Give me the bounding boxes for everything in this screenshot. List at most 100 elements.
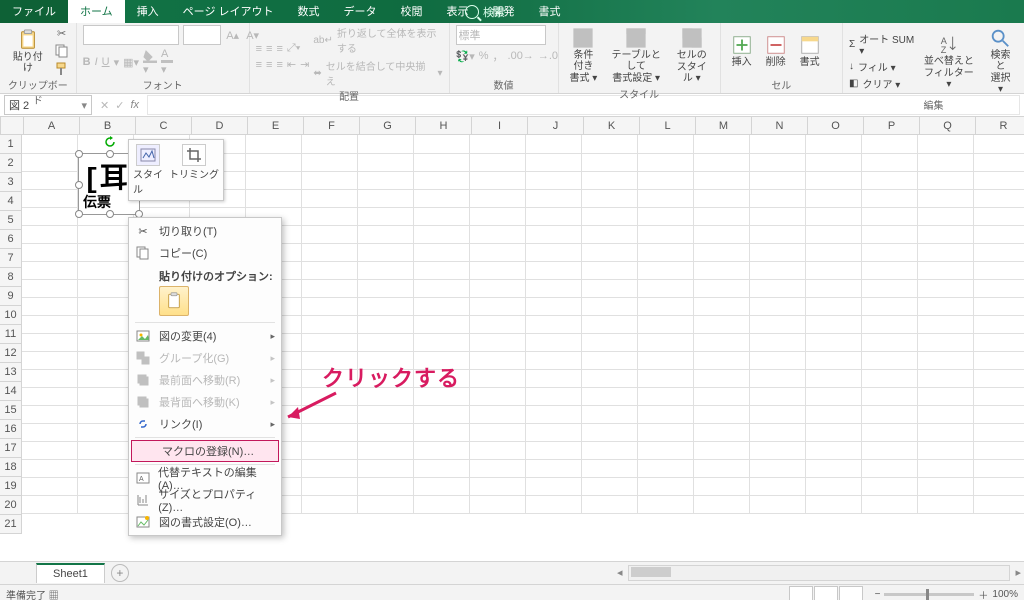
column-header[interactable]: E [248,117,304,135]
font-size-select[interactable] [183,25,221,45]
increase-font-icon[interactable]: A▴ [225,27,241,43]
tab-page-layout[interactable]: ページ レイアウト [171,0,286,23]
conditional-format-button[interactable]: 条件付き書式 ▾ [565,25,603,86]
italic-icon[interactable]: I [95,56,98,68]
column-header[interactable]: C [136,117,192,135]
row-header[interactable]: 9 [0,287,22,306]
font-family-select[interactable] [83,25,179,45]
row-header[interactable]: 13 [0,363,22,382]
row-header[interactable]: 14 [0,382,22,401]
tab-insert[interactable]: 挿入 [125,0,171,23]
row-header[interactable]: 19 [0,477,22,496]
zoom-out-icon[interactable]: − [875,589,881,600]
indent-dec-icon[interactable]: ⇤ [287,58,296,71]
wrap-text-button[interactable]: ab↵折り返して全体を表示する [313,25,442,55]
zoom-in-icon[interactable]: ＋ [978,587,988,600]
align-top-icon[interactable]: ≡ [256,43,262,55]
zoom-slider-knob[interactable] [926,589,929,600]
row-header[interactable]: 3 [0,173,22,192]
ctx-format-picture[interactable]: 図の書式設定(O)… [129,511,281,533]
row-header[interactable]: 16 [0,420,22,439]
autosum-button[interactable]: Σオート SUM ▾ [849,31,915,57]
view-pagebreak-button[interactable] [839,586,863,600]
tab-formulas[interactable]: 数式 [286,0,332,23]
add-sheet-button[interactable]: + [111,564,129,582]
rotate-handle[interactable] [104,136,114,146]
ctx-change-picture[interactable]: 図の変更(4)▸ [129,325,281,347]
view-pagelayout-button[interactable] [814,586,838,600]
column-header[interactable]: I [472,117,528,135]
row-header[interactable]: 10 [0,306,22,325]
column-header[interactable]: A [24,117,80,135]
align-left-icon[interactable]: ≡ [256,59,262,71]
column-header[interactable]: P [864,117,920,135]
ctx-link[interactable]: リンク(I)▸ [129,413,281,435]
border-icon[interactable]: ▦▾ [123,56,139,69]
percent-icon[interactable]: % [479,50,489,62]
clear-button[interactable]: ◧クリア ▾ [849,76,915,91]
row-header[interactable]: 8 [0,268,22,287]
column-header[interactable]: J [528,117,584,135]
row-header[interactable]: 11 [0,325,22,344]
increase-decimal-icon[interactable]: .00→ [508,50,534,62]
ctx-size-props[interactable]: サイズとプロパティ(Z)… [129,489,281,511]
align-center-icon[interactable]: ≡ [266,59,272,71]
row-header[interactable]: 21 [0,515,22,534]
row-header[interactable]: 20 [0,496,22,515]
fx-enter-icon[interactable]: ✓ [115,99,124,112]
row-header[interactable]: 7 [0,249,22,268]
column-header[interactable]: F [304,117,360,135]
delete-cells-button[interactable]: 削除 [761,32,791,70]
horizontal-scrollbar[interactable]: ◂▸ [628,565,1010,581]
ctx-paste-option[interactable] [159,286,189,316]
insert-cells-button[interactable]: 挿入 [727,32,757,70]
fill-color-icon[interactable]: ▾ [143,49,157,76]
align-bottom-icon[interactable]: ≡ [276,43,282,55]
search-box[interactable]: 検索 [465,4,505,20]
row-header[interactable]: 5 [0,211,22,230]
row-header[interactable]: 4 [0,192,22,211]
merge-center-button[interactable]: ⬌セルを結合して中央揃え▾ [313,58,442,88]
macro-record-icon[interactable]: ▦ [49,591,59,600]
indent-inc-icon[interactable]: ⇥ [300,58,309,71]
column-header[interactable]: D [192,117,248,135]
column-header[interactable]: Q [920,117,976,135]
accounting-icon[interactable]: 💱▾ [456,50,475,63]
bold-icon[interactable]: B [83,56,91,68]
mini-crop-button[interactable]: トリミング [169,144,219,196]
comma-icon[interactable]: ， [493,48,504,64]
format-painter-icon[interactable] [54,61,70,77]
tab-home[interactable]: ホーム [68,0,125,23]
align-middle-icon[interactable]: ≡ [266,43,272,55]
format-table-button[interactable]: テーブルとして書式設定 ▾ [606,25,666,86]
hscroll-thumb[interactable] [631,567,671,577]
zoom-control[interactable]: − ＋ 100% [875,587,1018,600]
fill-button[interactable]: ↓フィル ▾ [849,59,915,74]
number-format-select[interactable] [456,25,546,45]
row-header[interactable]: 12 [0,344,22,363]
fx-icon[interactable]: fx [130,99,139,111]
column-header[interactable]: R [976,117,1024,135]
cut-icon[interactable]: ✂ [54,25,70,41]
row-header[interactable]: 18 [0,458,22,477]
underline-icon[interactable]: U [102,56,110,68]
ctx-copy[interactable]: コピー(C) [129,242,281,264]
tab-format[interactable]: 書式 [527,0,573,23]
align-right-icon[interactable]: ≡ [276,59,282,71]
row-header[interactable]: 15 [0,401,22,420]
copy-icon[interactable] [54,43,70,59]
row-header[interactable]: 6 [0,230,22,249]
resize-handle-tl[interactable] [75,150,83,158]
sort-filter-button[interactable]: AZ並べ替えとフィルター ▾ [919,31,979,92]
row-header[interactable]: 2 [0,154,22,173]
column-header[interactable]: H [416,117,472,135]
select-all-corner[interactable] [0,117,24,135]
row-header[interactable]: 1 [0,135,22,154]
paste-button[interactable]: 貼り付け [6,27,50,76]
column-header[interactable]: G [360,117,416,135]
cell-styles-button[interactable]: セルのスタイル ▾ [670,25,714,86]
ctx-cut[interactable]: ✂切り取り(T) [129,220,281,242]
resize-handle-bl[interactable] [75,210,83,218]
column-header[interactable]: K [584,117,640,135]
column-header[interactable]: M [696,117,752,135]
